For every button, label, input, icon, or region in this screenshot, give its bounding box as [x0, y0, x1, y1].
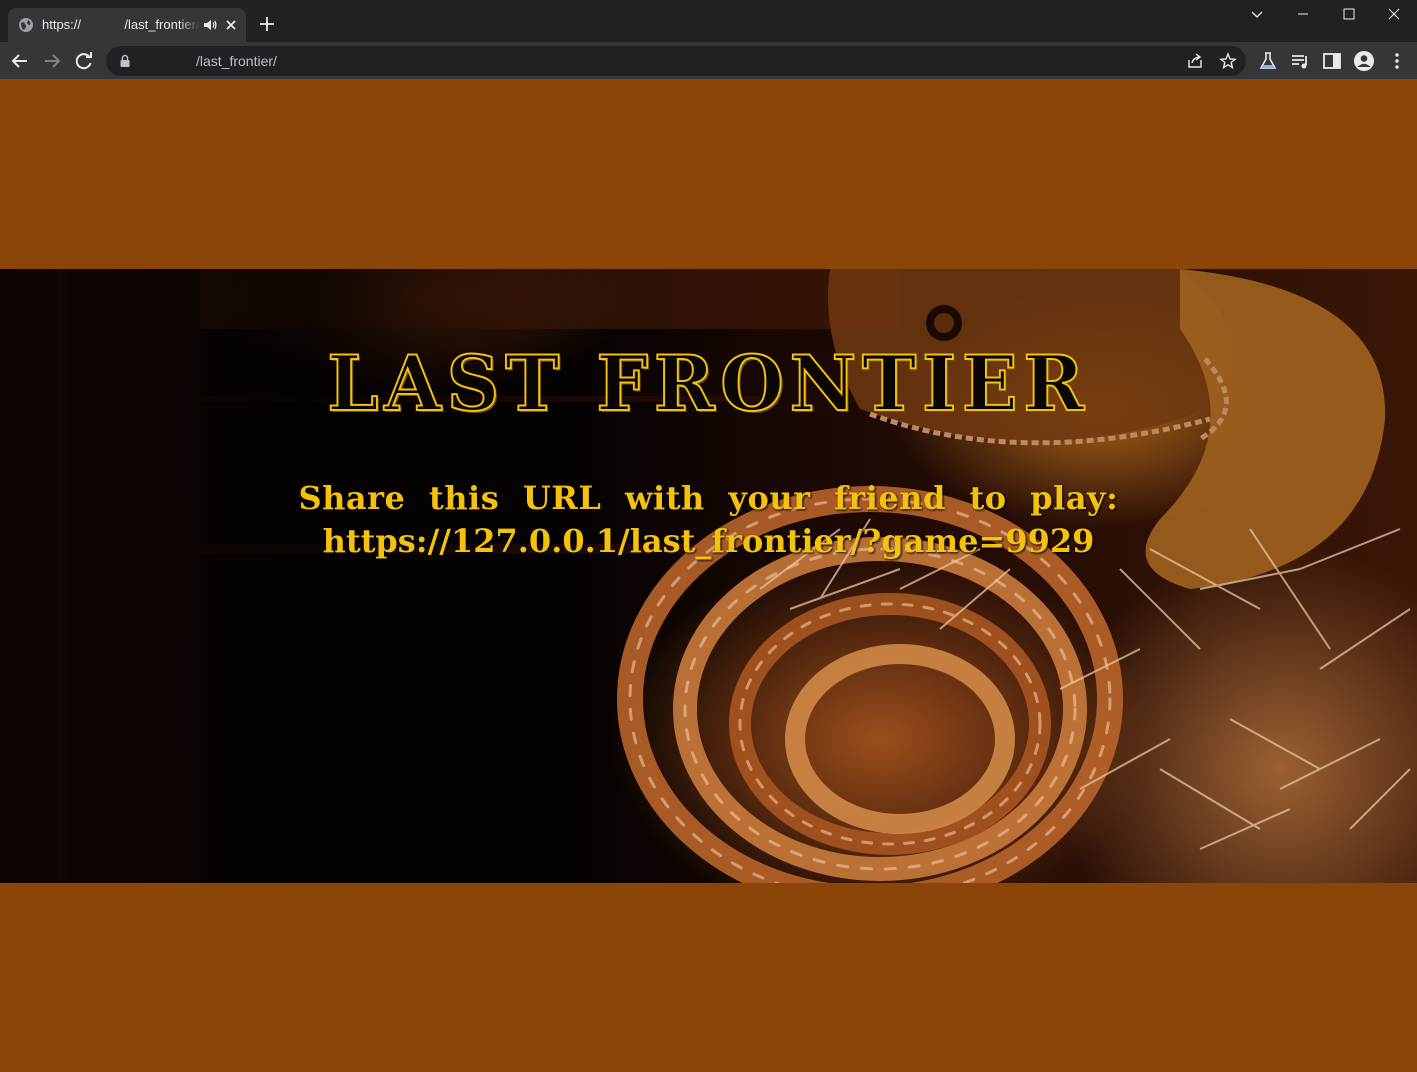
share-game-url[interactable]: https://127.0.0.1/last_frontier/?game=99…	[0, 520, 1417, 563]
maximize-button[interactable]	[1326, 0, 1372, 30]
page-viewport: LAST FRONTIER Share this URL with your f…	[0, 79, 1417, 1072]
new-tab-icon[interactable]	[257, 14, 277, 34]
back-icon[interactable]	[9, 50, 31, 72]
forward-icon[interactable]	[41, 50, 63, 72]
close-tab-icon[interactable]	[223, 17, 239, 33]
labs-flask-icon[interactable]	[1257, 50, 1279, 72]
tab-title: https:// /last_frontier/	[42, 17, 200, 33]
maximize-icon	[1343, 8, 1355, 20]
share-message: Share this URL with your friend to play:…	[0, 477, 1417, 563]
hero-banner: LAST FRONTIER Share this URL with your f…	[0, 269, 1417, 883]
globe-icon	[19, 18, 33, 32]
game-title: LAST FRONTIER	[326, 338, 1090, 429]
more-menu-icon[interactable]	[1386, 50, 1408, 72]
profile-avatar-icon[interactable]	[1353, 50, 1375, 72]
reload-icon[interactable]	[73, 50, 95, 72]
address-bar[interactable]: /last_frontier/	[106, 46, 1246, 76]
share-instruction: Share this URL with your friend to play:	[298, 479, 1119, 517]
minimize-button[interactable]	[1280, 0, 1326, 30]
chevron-down-icon	[1251, 11, 1263, 18]
minimize-icon	[1298, 13, 1308, 15]
media-controls-icon[interactable]	[1289, 50, 1311, 72]
share-icon[interactable]	[1186, 52, 1204, 70]
tab-search-button[interactable]	[1234, 0, 1280, 30]
tab-strip: https:// /last_frontier/	[0, 0, 1417, 42]
browser-tab[interactable]: https:// /last_frontier/	[8, 8, 246, 42]
speaker-icon[interactable]	[202, 17, 218, 33]
side-panel-icon[interactable]	[1321, 50, 1343, 72]
lock-icon[interactable]	[118, 54, 132, 68]
bookmark-star-icon[interactable]	[1219, 52, 1237, 70]
url-text[interactable]: /last_frontier/	[196, 53, 277, 69]
close-icon	[1388, 8, 1400, 20]
browser-toolbar: /last_frontier/	[0, 42, 1417, 79]
close-window-button[interactable]	[1371, 0, 1417, 30]
